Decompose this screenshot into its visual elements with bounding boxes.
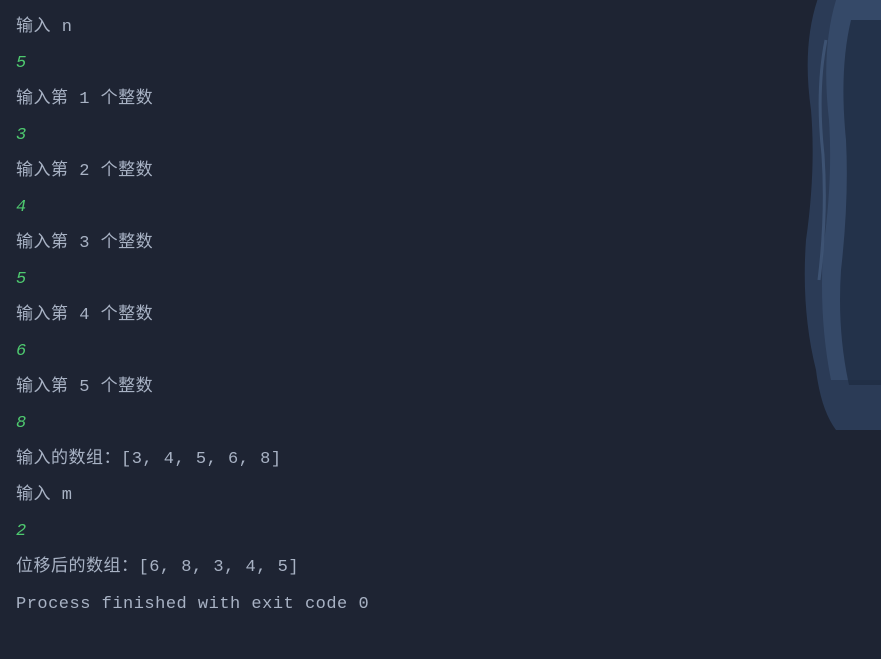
output-line: 输入第 3 个整数 [16,226,865,262]
output-line: 位移后的数组：[6, 8, 3, 4, 5] [16,550,865,586]
input-line: 4 [16,190,865,226]
output-line: 输入的数组：[3, 4, 5, 6, 8] [16,442,865,478]
terminal-output[interactable]: 输入 n 5 输入第 1 个整数 3 输入第 2 个整数 4 输入第 3 个整数… [0,0,881,633]
input-line: 2 [16,514,865,550]
output-line: 输入第 5 个整数 [16,370,865,406]
input-line: 6 [16,334,865,370]
output-line: 输入 n [16,10,865,46]
output-line: 输入 m [16,478,865,514]
input-line: 5 [16,262,865,298]
output-line: 输入第 1 个整数 [16,82,865,118]
input-line: 3 [16,118,865,154]
output-line: 输入第 2 个整数 [16,154,865,190]
input-line: 8 [16,406,865,442]
input-line: 5 [16,46,865,82]
output-line: Process finished with exit code 0 [16,587,865,623]
output-line: 输入第 4 个整数 [16,298,865,334]
